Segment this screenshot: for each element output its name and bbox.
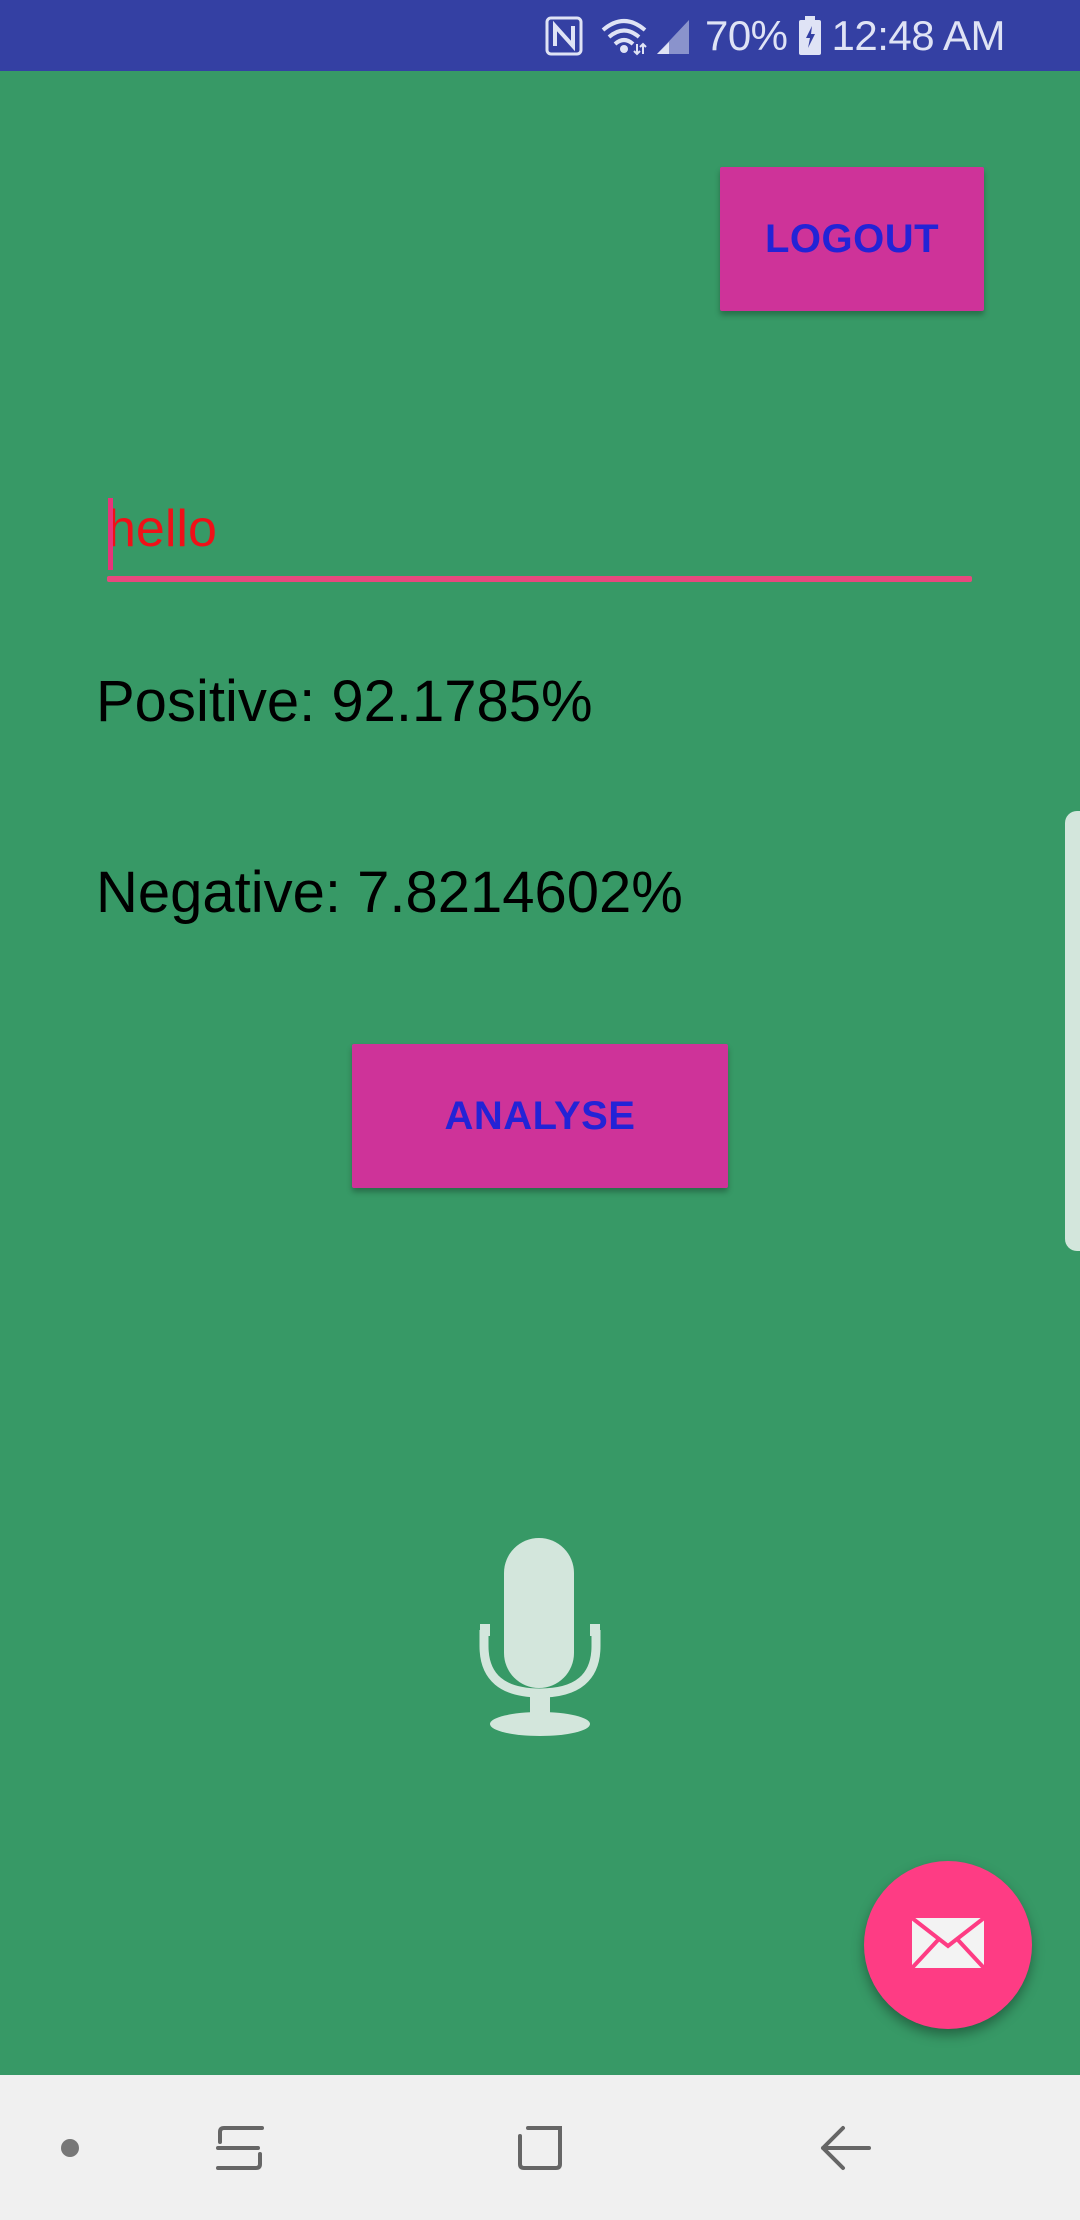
back-icon[interactable]	[800, 2075, 890, 2220]
mail-fab-button[interactable]	[864, 1861, 1032, 2029]
navigation-bar	[0, 2075, 1080, 2220]
positive-result: Positive: 92.1785%	[96, 669, 593, 734]
status-bar: 70% 12:48 AM	[0, 0, 1080, 71]
analyse-button[interactable]: ANALYSE	[352, 1044, 728, 1188]
wifi-icon	[599, 16, 649, 56]
nav-dot-icon[interactable]	[40, 2075, 100, 2220]
microphone-icon[interactable]	[474, 1538, 606, 1743]
signal-icon	[655, 16, 691, 56]
home-icon[interactable]	[500, 2075, 580, 2220]
clock: 12:48 AM	[831, 12, 1006, 59]
mail-icon	[910, 1915, 986, 1975]
text-input[interactable]: hello	[107, 476, 972, 582]
text-input-value: hello	[107, 500, 217, 558]
battery-icon	[798, 15, 822, 56]
nfc-icon	[545, 16, 583, 56]
battery-percent: 70%	[704, 12, 788, 59]
recent-apps-icon[interactable]	[200, 2075, 280, 2220]
input-underline	[107, 576, 972, 582]
status-icons: 70% 12:48 AM	[545, 0, 1080, 71]
logout-button[interactable]: LOGOUT	[720, 167, 984, 311]
text-cursor	[108, 498, 113, 570]
main-content: LOGOUT hello Positive: 92.1785% Negative…	[0, 71, 1080, 2075]
edge-panel-handle[interactable]	[1065, 811, 1080, 1251]
negative-result: Negative: 7.8214602%	[96, 860, 683, 925]
